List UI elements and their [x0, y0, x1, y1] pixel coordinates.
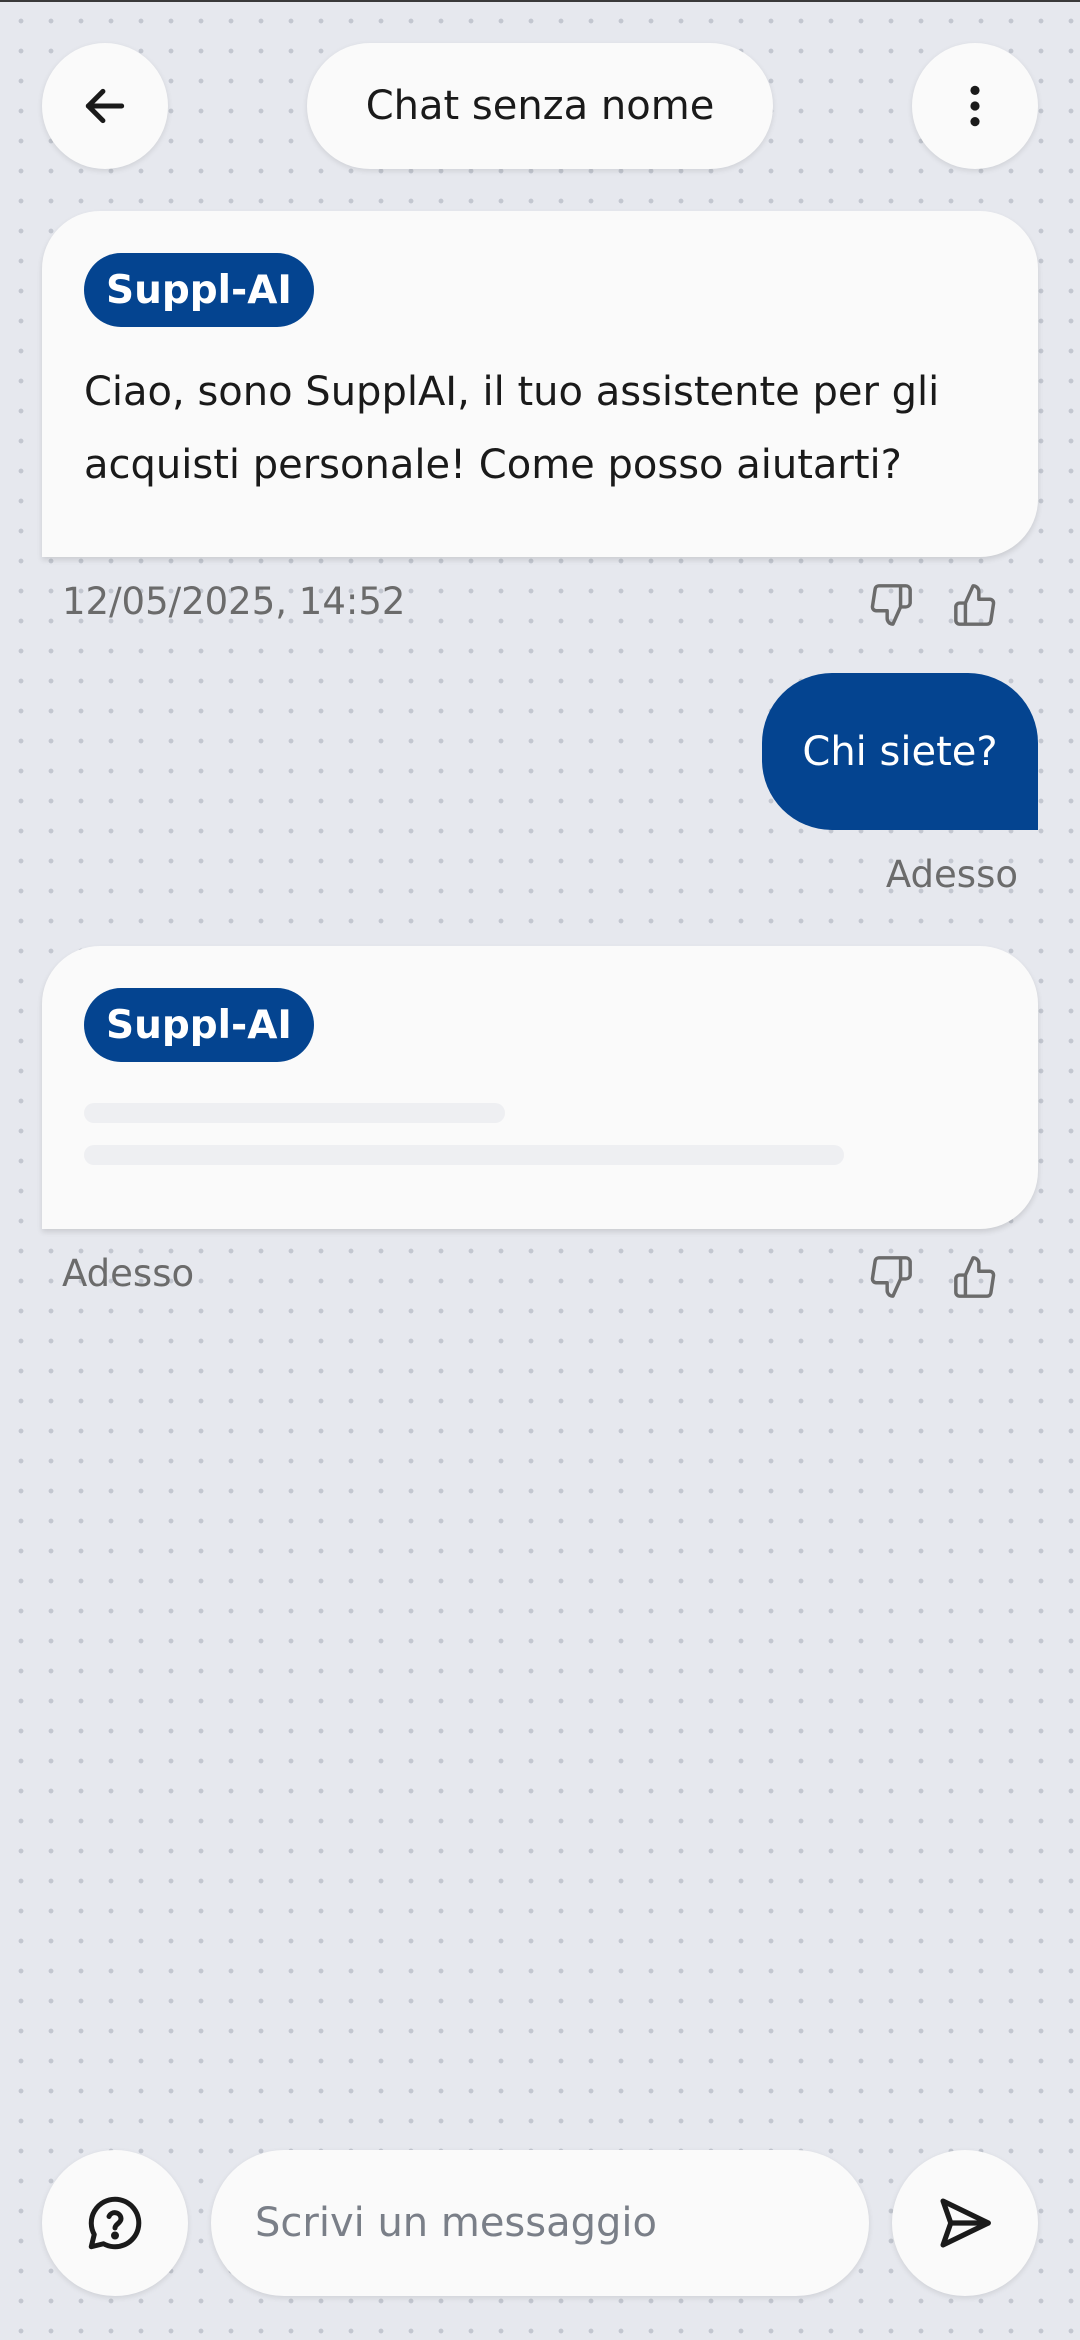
- thumbs-down-icon[interactable]: [868, 1254, 914, 1300]
- thumbs-up-icon[interactable]: [952, 582, 998, 628]
- user-message: Chi siete?: [762, 673, 1038, 830]
- message-timestamp: 12/05/2025, 14:52: [62, 580, 406, 623]
- sender-badge: Suppl-AI: [84, 253, 314, 327]
- send-button[interactable]: [892, 2150, 1038, 2296]
- send-icon: [940, 2198, 991, 2248]
- back-button[interactable]: [42, 43, 168, 169]
- message-timestamp: Adesso: [62, 1252, 195, 1295]
- help-button[interactable]: [42, 2150, 188, 2296]
- chat-title[interactable]: Chat senza nome: [307, 43, 773, 169]
- message-timestamp: Adesso: [885, 853, 1018, 896]
- bot-message-loading: Suppl-AI: [42, 946, 1038, 1229]
- help-chat-icon: [88, 2196, 142, 2250]
- sender-badge: Suppl-AI: [84, 988, 314, 1062]
- loading-skeleton-line: [84, 1103, 505, 1123]
- more-options-button[interactable]: [912, 43, 1038, 169]
- loading-skeleton-line: [84, 1145, 844, 1165]
- bot-message: Suppl-AI Ciao, sono SupplAI, il tuo assi…: [42, 211, 1038, 557]
- arrow-left-icon: [85, 88, 125, 124]
- thumbs-up-icon[interactable]: [952, 1254, 998, 1300]
- more-vertical-icon: [970, 85, 980, 127]
- thumbs-down-icon[interactable]: [868, 582, 914, 628]
- message-input-container[interactable]: [211, 2150, 869, 2296]
- message-text: Ciao, sono SupplAI, il tuo assistente pe…: [84, 369, 940, 488]
- status-bar-edge: [0, 0, 1080, 2]
- message-input[interactable]: [253, 2199, 837, 2247]
